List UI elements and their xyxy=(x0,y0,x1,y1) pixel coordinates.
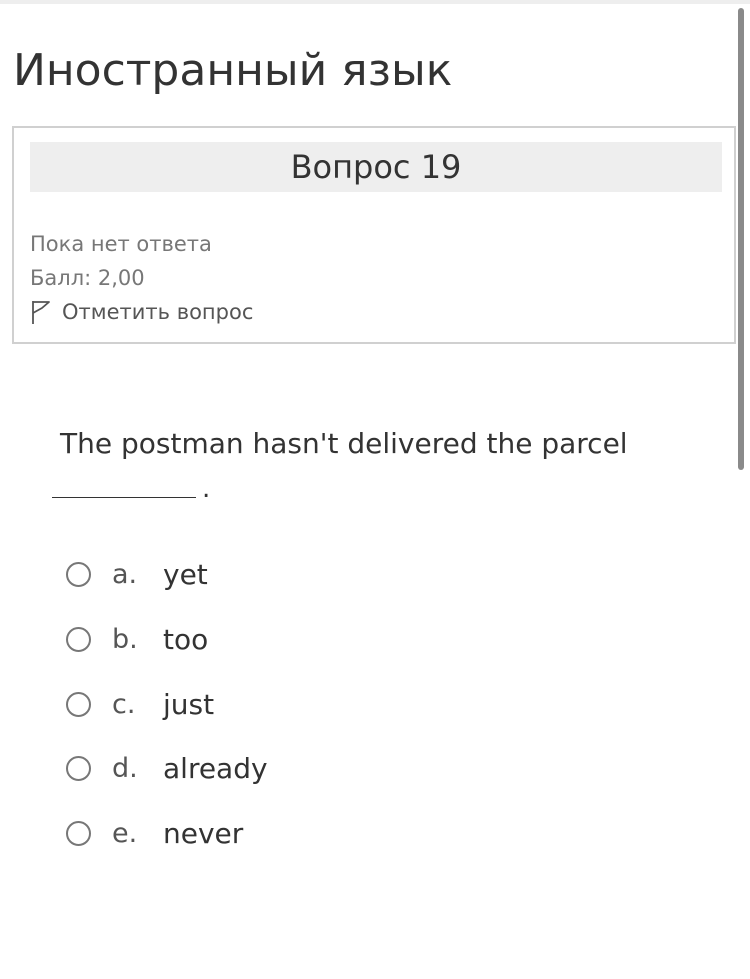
option-letter: d. xyxy=(112,752,138,784)
radio-unchecked-icon[interactable] xyxy=(66,755,91,781)
page-title: Иностранный язык xyxy=(13,45,453,96)
question-text: The postman hasn't delivered the parcel xyxy=(60,427,628,460)
radio-unchecked-icon[interactable] xyxy=(66,691,91,717)
question-number-header: Вопрос 19 xyxy=(30,142,722,192)
top-divider xyxy=(0,0,750,4)
option-letter: a. xyxy=(112,558,138,590)
option-text: too xyxy=(163,622,209,656)
answer-status: Пока нет ответа xyxy=(30,232,212,256)
answer-blank xyxy=(52,497,196,498)
answer-option-a[interactable]: a. yet xyxy=(66,554,466,594)
radio-unchecked-icon[interactable] xyxy=(66,626,91,652)
question-score: Балл: 2,00 xyxy=(30,266,145,290)
question-info-card: Вопрос 19 Пока нет ответа Балл: 2,00 Отм… xyxy=(12,126,736,344)
answer-option-e[interactable]: e. never xyxy=(66,813,466,853)
answer-option-c[interactable]: c. just xyxy=(66,684,466,724)
answer-option-b[interactable]: b. too xyxy=(66,619,466,659)
radio-unchecked-icon[interactable] xyxy=(66,820,91,846)
option-letter: c. xyxy=(112,688,136,720)
option-text: just xyxy=(163,687,215,721)
flag-icon xyxy=(30,299,52,325)
option-text: yet xyxy=(163,557,208,591)
answer-option-d[interactable]: d. already xyxy=(66,748,466,788)
flag-question-link[interactable]: Отметить вопрос xyxy=(30,298,253,326)
option-text: already xyxy=(163,751,268,785)
option-text: never xyxy=(163,816,244,850)
flag-question-label: Отметить вопрос xyxy=(62,300,254,324)
option-letter: e. xyxy=(112,817,138,849)
radio-unchecked-icon[interactable] xyxy=(66,561,91,587)
question-trailing-period: . xyxy=(202,474,211,504)
vertical-scrollbar[interactable] xyxy=(738,8,744,470)
option-letter: b. xyxy=(112,623,138,655)
